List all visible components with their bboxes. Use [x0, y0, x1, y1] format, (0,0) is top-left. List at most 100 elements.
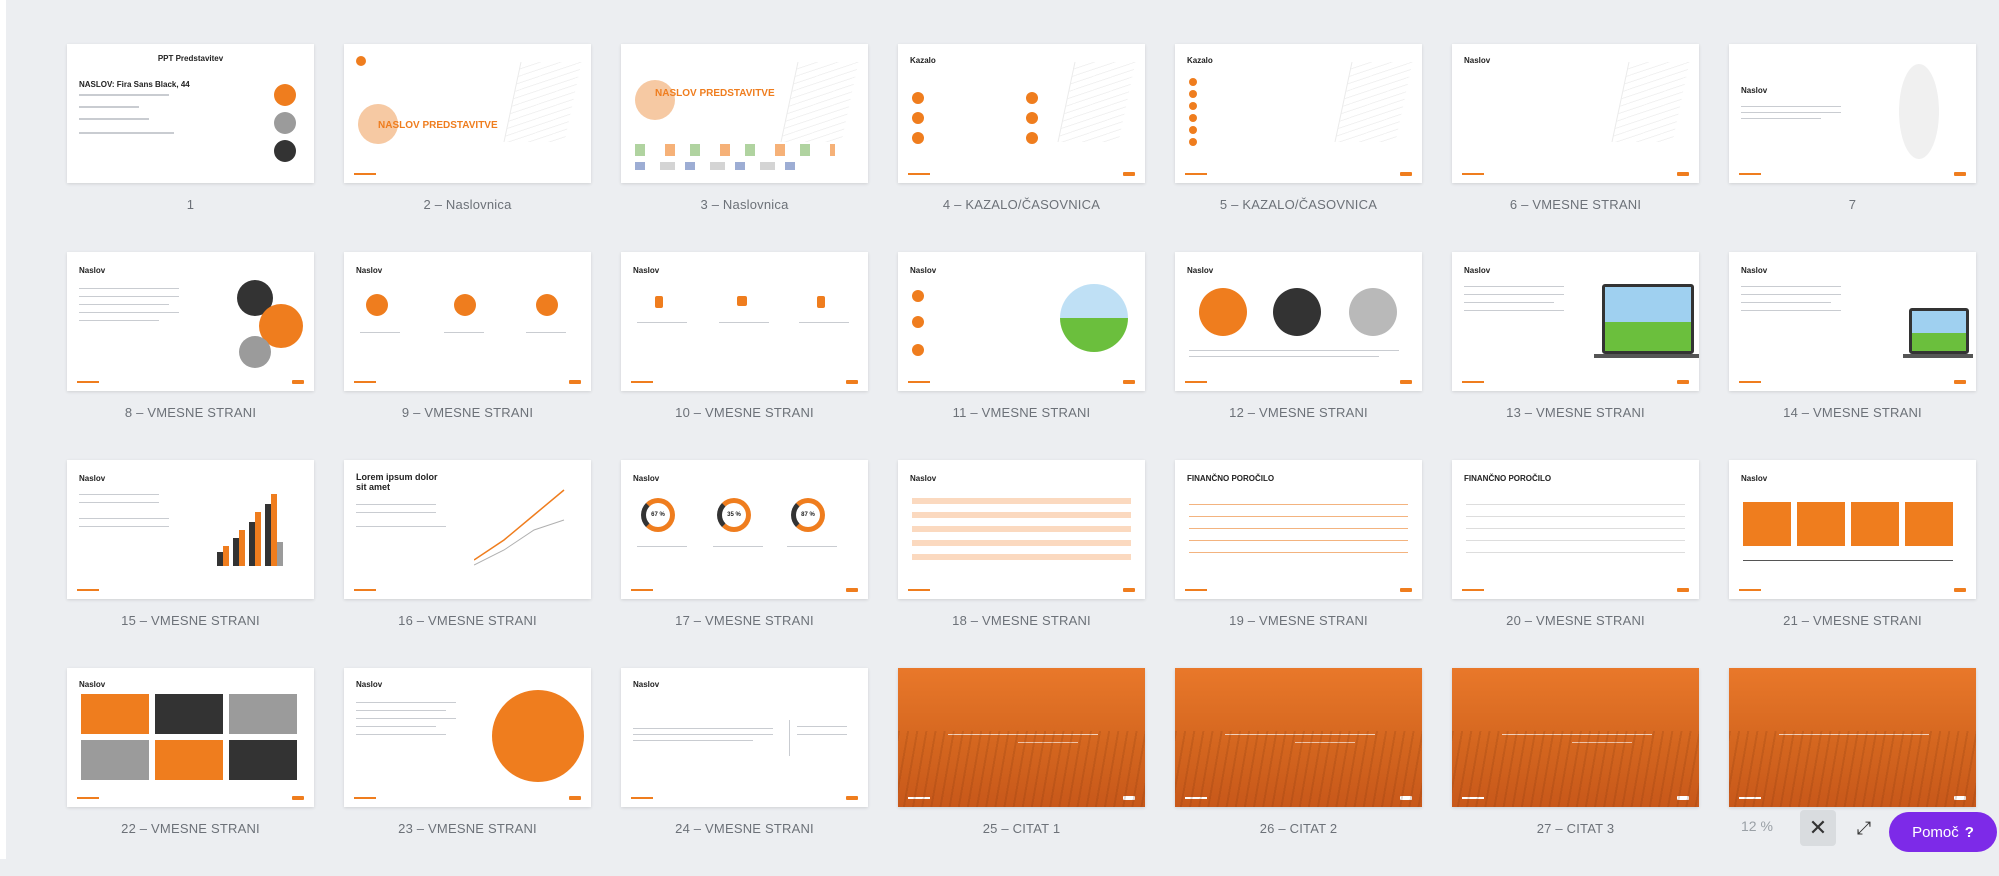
slide-thumbnail-20[interactable]: FINANČNO POROČILO — [1452, 460, 1699, 599]
slide-cell: Naslov 13 – VMESNE STRANI — [1452, 252, 1699, 460]
slide-label: 11 – VMESNE STRANI — [952, 405, 1091, 420]
slide-cell: Naslov 22 – VMESNE STRANI — [67, 668, 314, 876]
slide-title: Naslov — [910, 474, 937, 483]
slide-label: 8 – VMESNE STRANI — [124, 405, 257, 420]
slide-label: 4 – KAZALO/ČASOVNICA — [942, 197, 1101, 212]
slide-title: Naslov — [1741, 266, 1768, 275]
slide-label: 27 – CITAT 3 — [1536, 821, 1615, 836]
slide-label: 3 – Naslovnica — [700, 197, 789, 212]
slide-cell: Naslov 11 – VMESNE STRANI — [898, 252, 1145, 460]
expand-icon: ⤢ — [1856, 817, 1872, 838]
slide-cell: Naslov 18 – VMESNE STRANI — [898, 460, 1145, 668]
slide-label: 19 – VMESNE STRANI — [1229, 613, 1368, 628]
slide-thumbnail-7[interactable]: Naslov — [1729, 44, 1976, 183]
slide-label: 25 – CITAT 1 — [982, 821, 1061, 836]
slide-title: FINANČNO POROČILO — [1464, 474, 1552, 483]
slide-thumbnail-11[interactable]: Naslov — [898, 252, 1145, 391]
slide-title: Naslov — [79, 474, 106, 483]
slide-thumbnail-18[interactable]: Naslov — [898, 460, 1145, 599]
slide-cell: Naslov 6 – VMESNE STRANI — [1452, 44, 1699, 252]
slide-thumbnail-3[interactable]: NASLOV PREDSTAVITVE — [621, 44, 868, 183]
slide-label: 22 – VMESNE STRANI — [121, 821, 260, 836]
slide-thumbnail-1[interactable]: PPT Predstavitev NASLOV: Fira Sans Black… — [67, 44, 314, 183]
slide-thumbnail-13[interactable]: Naslov — [1452, 252, 1699, 391]
slide-label: 10 – VMESNE STRANI — [675, 405, 814, 420]
slide-grid: PPT Predstavitev NASLOV: Fira Sans Black… — [67, 44, 1976, 876]
slide-label: 9 – VMESNE STRANI — [401, 405, 534, 420]
slide-thumbnail-5[interactable]: Kazalo — [1175, 44, 1422, 183]
slide-cell: PPT Predstavitev NASLOV: Fira Sans Black… — [67, 44, 314, 252]
slide-subtitle: NASLOV: Fira Sans Black, 44 — [79, 80, 190, 89]
slide-thumbnail-26[interactable] — [1175, 668, 1422, 807]
slide-cell: NASLOV PREDSTAVITVE 3 – Naslovnica — [621, 44, 868, 252]
slide-title: Naslov — [910, 266, 937, 275]
slide-thumbnail-12[interactable]: Naslov — [1175, 252, 1422, 391]
slide-thumbnail-8[interactable]: Naslov — [67, 252, 314, 391]
slide-thumbnail-17[interactable]: Naslov 67 % 35 % 87 % — [621, 460, 868, 599]
slide-cell: Naslov 23 – VMESNE STRANI — [344, 668, 591, 876]
slide-title: Naslov — [1741, 86, 1768, 95]
slide-cell: NASLOV PREDSTAVITVE 2 – Naslovnica — [344, 44, 591, 252]
slide-title: Naslov — [633, 474, 660, 483]
slide-title: Naslov — [356, 266, 383, 275]
slide-label: 14 – VMESNE STRANI — [1783, 405, 1922, 420]
slide-thumbnail-2[interactable]: NASLOV PREDSTAVITVE — [344, 44, 591, 183]
slide-thumbnail-27[interactable] — [1452, 668, 1699, 807]
slide-label: 26 – CITAT 2 — [1259, 821, 1338, 836]
slide-thumbnail-23[interactable]: Naslov — [344, 668, 591, 807]
slide-title: Naslov — [1741, 474, 1768, 483]
slide-title: Naslov — [79, 266, 106, 275]
slide-title: Naslov — [1187, 266, 1214, 275]
slide-label: 1 — [186, 197, 195, 212]
slide-cell: Naslov 10 – VMESNE STRANI — [621, 252, 868, 460]
slide-cell: Naslov 15 – VMESNE STRANI — [67, 460, 314, 668]
slide-label: 2 – Naslovnica — [423, 197, 512, 212]
slide-thumbnail-16[interactable]: Lorem ipsum dolor sit amet — [344, 460, 591, 599]
slide-cell: Naslov 21 – VMESNE STRANI — [1729, 460, 1976, 668]
slide-label: 12 – VMESNE STRANI — [1229, 405, 1368, 420]
slide-title: PPT Predstavitev — [157, 54, 224, 63]
help-button[interactable]: Pomoč ? — [1889, 812, 1997, 852]
ring-value: 87 % — [801, 512, 815, 518]
slide-thumbnail-25[interactable] — [898, 668, 1145, 807]
slide-thumbnail-15[interactable]: Naslov — [67, 460, 314, 599]
slide-label: 7 — [1848, 197, 1857, 212]
fullscreen-button[interactable]: ⤢ — [1846, 810, 1882, 846]
slide-thumbnail-24[interactable]: Naslov — [621, 668, 868, 807]
slide-thumbnail-21[interactable]: Naslov — [1729, 460, 1976, 599]
slide-title: Naslov — [633, 266, 660, 275]
close-grid-button[interactable]: ✕ — [1800, 810, 1836, 846]
logo-icon — [356, 56, 366, 66]
slide-label: 20 – VMESNE STRANI — [1506, 613, 1645, 628]
slide-label: 6 – VMESNE STRANI — [1509, 197, 1642, 212]
slide-title: Kazalo — [1187, 56, 1213, 65]
slide-cell: 27 – CITAT 3 — [1452, 668, 1699, 876]
slide-cell: Kazalo 4 – KAZALO/ČASOVNICA — [898, 44, 1145, 252]
slide-cell: Naslov 9 – VMESNE STRANI — [344, 252, 591, 460]
question-icon: ? — [1964, 823, 1974, 841]
slide-label: 15 – VMESNE STRANI — [121, 613, 260, 628]
slide-thumbnail-4[interactable]: Kazalo — [898, 44, 1145, 183]
ring-value: 35 % — [727, 512, 741, 518]
slide-label: 13 – VMESNE STRANI — [1506, 405, 1645, 420]
slide-label: 18 – VMESNE STRANI — [952, 613, 1091, 628]
slide-cell: Kazalo 5 – KAZALO/ČASOVNICA — [1175, 44, 1422, 252]
slide-title: Naslov — [356, 680, 383, 689]
slide-thumbnail-9[interactable]: Naslov — [344, 252, 591, 391]
slide-label: 5 – KAZALO/ČASOVNICA — [1219, 197, 1378, 212]
slide-label: 17 – VMESNE STRANI — [675, 613, 814, 628]
slide-cell: Naslov 67 % 35 % 87 % 17 – VMESNE STRANI — [621, 460, 868, 668]
slide-thumbnail-28[interactable] — [1729, 668, 1976, 807]
slide-thumbnail-14[interactable]: Naslov — [1729, 252, 1976, 391]
slide-cell: Lorem ipsum dolor sit amet 16 – VMESNE S… — [344, 460, 591, 668]
slide-title: Naslov — [1464, 56, 1491, 65]
slide-cell: FINANČNO POROČILO 19 – VMESNE STRANI — [1175, 460, 1422, 668]
slide-title: Kazalo — [910, 56, 936, 65]
slide-thumbnail-19[interactable]: FINANČNO POROČILO — [1175, 460, 1422, 599]
slide-label: 21 – VMESNE STRANI — [1783, 613, 1922, 628]
slide-thumbnail-6[interactable]: Naslov — [1452, 44, 1699, 183]
slide-cell: Naslov 24 – VMESNE STRANI — [621, 668, 868, 876]
slide-thumbnail-22[interactable]: Naslov — [67, 668, 314, 807]
close-icon: ✕ — [1808, 815, 1828, 840]
slide-thumbnail-10[interactable]: Naslov — [621, 252, 868, 391]
